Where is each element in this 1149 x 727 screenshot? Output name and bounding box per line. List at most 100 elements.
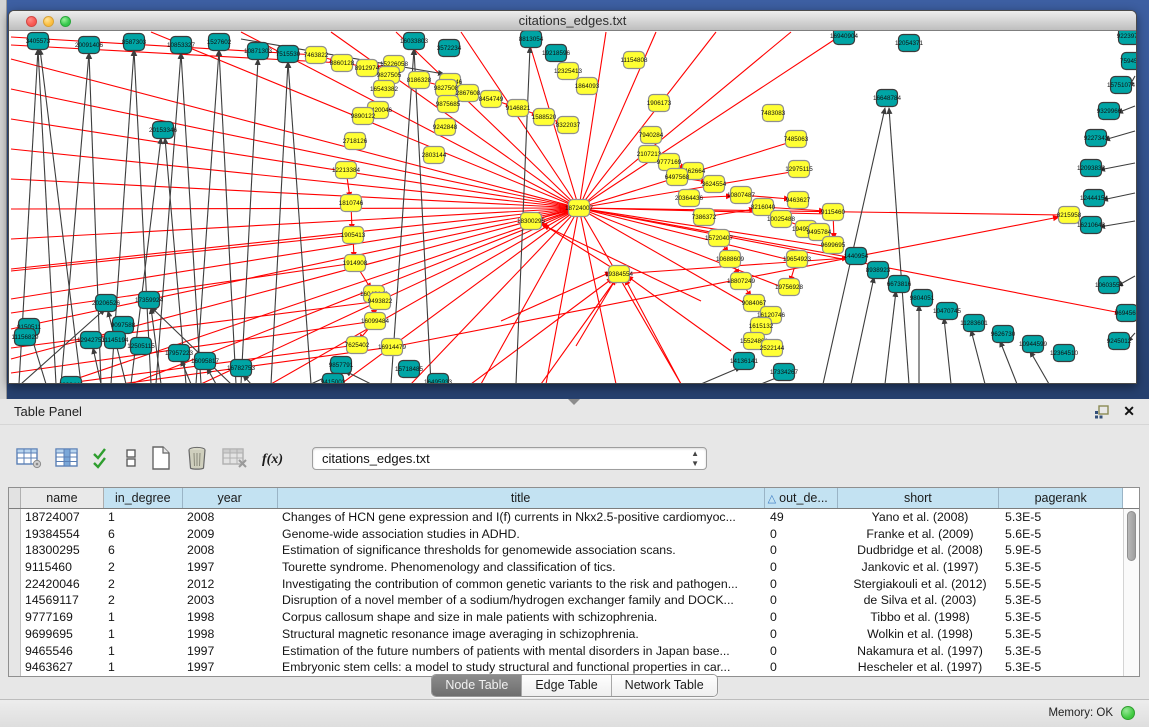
graph-node[interactable]: 9115460 [821,204,846,221]
graph-node[interactable]: 8938923 [866,262,891,279]
graph-node[interactable]: 9223975 [1117,31,1136,45]
graph-node[interactable]: 2803144 [422,147,447,164]
graph-node[interactable]: 9463627 [786,192,811,209]
graph-edge[interactable] [1000,341,1017,383]
column-header-year[interactable]: year [183,488,278,508]
graph-node[interactable]: 1906173 [647,95,672,112]
graph-node[interactable]: 7940284 [639,127,664,144]
graph-node[interactable]: 2718126 [343,133,368,150]
graph-node[interactable]: 1914908 [343,255,368,272]
graph-edge[interactable] [156,53,181,383]
graph-node[interactable]: 16495933 [424,374,453,384]
graph-node[interactable]: 3405573 [26,33,51,50]
graph-edge[interactable] [196,50,219,383]
graph-node[interactable]: 16543382 [370,81,399,98]
graph-node[interactable]: 9699695 [821,237,846,254]
graph-node[interactable]: 17957223 [165,345,194,362]
row-height-icon[interactable] [125,447,137,469]
graph-node[interactable]: 18807249 [727,273,756,290]
column-header-name[interactable]: name [21,488,104,508]
graph-edge[interactable] [11,208,579,209]
graph-edge[interactable] [411,208,579,383]
graph-node[interactable]: 1440954 [844,248,869,265]
graph-edge[interactable] [11,208,579,329]
graph-node[interactable]: 18300295 [517,213,546,230]
graph-node[interactable]: 10853327 [167,37,196,54]
graph-node[interactable]: 9694560 [1115,305,1136,322]
graph-node[interactable]: 20091406 [75,37,104,54]
graph-node[interactable]: 12213384 [332,162,361,179]
table-row[interactable]: 1830029562008Estimation of significance … [9,542,1139,559]
graph-node[interactable]: 2867608 [456,85,481,102]
graph-node[interactable]: 7625402 [345,337,370,354]
tab-network-table[interactable]: Network Table [611,675,717,696]
graph-node[interactable]: 1810746 [339,195,364,212]
graph-node[interactable]: 7386372 [692,209,717,226]
graph-node[interactable]: 15718485 [395,361,424,378]
select-columns-icon[interactable] [92,447,112,469]
show-columns-icon[interactable] [55,447,79,469]
table-row[interactable]: 946554611997Estimation of the future num… [9,643,1139,660]
graph-node[interactable]: 14136141 [730,353,759,370]
graph-node[interactable]: 10944599 [1019,336,1048,353]
column-header-in-degree[interactable]: in_degree [104,488,183,508]
graph-node[interactable]: 9245012 [1107,333,1132,350]
graph-edge[interactable] [1104,131,1135,140]
graph-node[interactable]: 6673816 [887,276,912,293]
graph-edge[interactable] [627,276,731,351]
function-builder-icon[interactable]: f(x) [261,448,287,468]
graph-node[interactable]: 16782753 [227,360,256,377]
graph-node[interactable]: 17359924 [135,292,164,309]
graph-node[interactable]: 10871303 [244,43,273,60]
graph-edge[interactable] [889,108,909,383]
graph-edge[interactable] [579,208,616,383]
graph-node[interactable]: 7485063 [784,131,809,148]
graph-node[interactable]: 16210643 [1077,217,1106,234]
graph-edge[interactable] [219,50,236,383]
network-canvas[interactable]: 3405573200914068587303108533271527602108… [10,31,1136,383]
graph-node[interactable]: 8587303 [122,34,147,51]
graph-node[interactable]: 11154808 [620,52,648,69]
graph-node[interactable]: 12505115 [127,338,155,355]
graph-node[interactable]: 18724007 [565,200,594,217]
graph-node[interactable]: 2522144 [760,340,785,357]
graph-node[interactable]: 16033803 [400,33,429,50]
graph-node[interactable]: 11156829 [11,329,39,346]
graph-node[interactable]: 20153346 [149,122,178,139]
graph-node[interactable]: 9146821 [506,100,531,117]
graph-edge[interactable] [11,179,579,208]
graph-node[interactable]: 16648784 [873,90,902,107]
graph-edge[interactable] [181,53,201,383]
graph-node[interactable]: 9857791 [329,357,354,374]
graph-edge[interactable] [241,59,258,383]
graph-node[interactable]: 6497568 [665,169,690,186]
graph-node[interactable]: 10807487 [727,187,756,204]
graph-node[interactable]: 9804051 [910,290,935,307]
graph-node[interactable]: 9329966 [1097,103,1122,120]
create-column-icon[interactable] [150,445,172,471]
graph-node[interactable]: 7463822 [304,47,329,64]
table-row[interactable]: 1456911722003Disruption of a novel membe… [9,592,1139,609]
graph-node[interactable]: 20364436 [675,190,704,207]
graph-node[interactable]: 12325413 [554,63,583,80]
graph-edge[interactable] [541,223,617,271]
delete-columns-icon[interactable] [185,445,209,471]
table-mode-icon[interactable] [16,447,42,469]
graph-edge[interactable] [885,291,896,383]
graph-node[interactable]: 10603554 [1095,277,1124,294]
graph-node[interactable]: 9415003 [321,374,346,384]
table-row[interactable]: 911546021997Tourette syndrome. Phenomeno… [9,559,1139,576]
table-row[interactable]: 1938455462009Genome-wide association stu… [9,526,1139,543]
graph-edge[interactable] [501,272,611,321]
graph-edge[interactable] [944,318,951,383]
graph-node[interactable]: 10688609 [716,251,745,268]
graph-edge[interactable] [38,49,56,383]
graph-edge[interactable] [11,208,579,239]
graph-node[interactable]: 19384554 [605,266,634,283]
graph-node[interactable]: 10025488 [767,211,796,228]
graph-node[interactable]: 11145194 [101,332,129,349]
graph-node[interactable]: 1864093 [575,78,600,95]
graph-edge[interactable] [134,50,151,383]
delete-table-icon[interactable] [222,447,248,469]
column-header-title[interactable]: title [278,488,765,508]
